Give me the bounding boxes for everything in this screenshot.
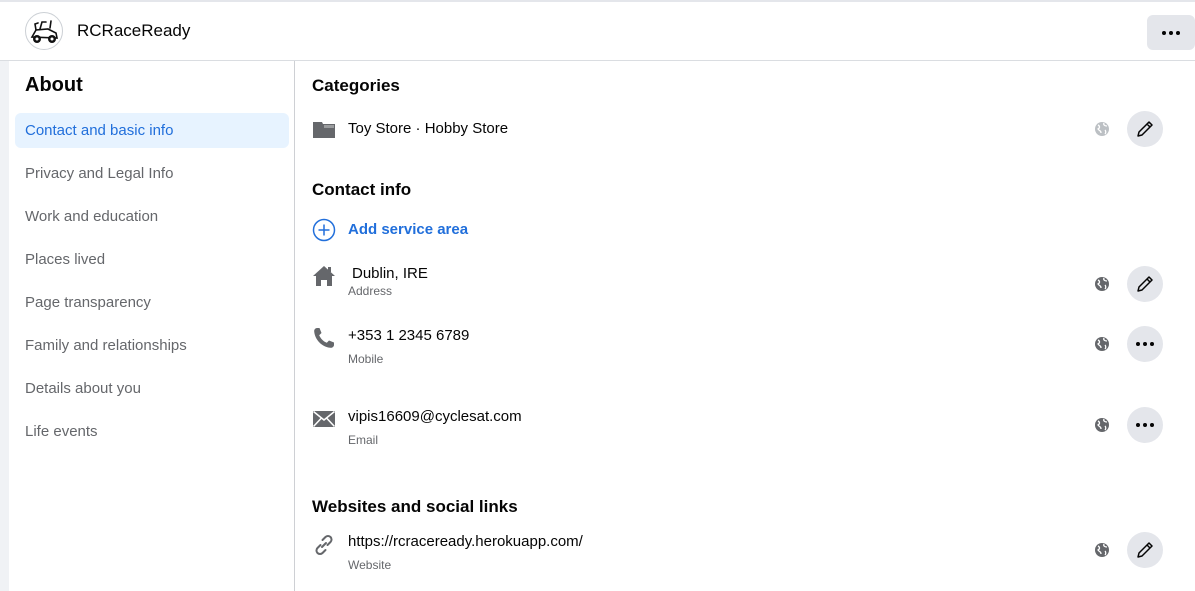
folder-icon (313, 122, 335, 138)
sidebar-item-places-lived[interactable]: Places lived (15, 242, 289, 277)
more-dots-icon (1136, 342, 1154, 346)
mobile-options-button[interactable] (1127, 326, 1163, 362)
about-content: Categories Toy Store · Hobby Store Conta… (296, 61, 1195, 591)
category-value: Toy Store · Hobby Store (348, 120, 509, 137)
email-label: Email (348, 433, 379, 447)
address-value: Dublin, IRE (352, 265, 428, 282)
sidebar-item-privacy-legal[interactable]: Privacy and Legal Info (15, 156, 289, 191)
website-label: Website (348, 558, 392, 572)
more-dots-icon (1136, 423, 1154, 427)
edit-website-button[interactable] (1127, 532, 1163, 568)
add-service-area-link[interactable]: Add service area (348, 221, 468, 238)
envelope-icon (312, 410, 336, 428)
email-value: vipis16609@cyclesat.com (348, 408, 522, 425)
categories-heading: Categories (312, 76, 400, 95)
phone-icon (314, 328, 334, 348)
left-gutter (0, 61, 9, 591)
email-options-button[interactable] (1127, 407, 1163, 443)
pencil-icon (1137, 542, 1153, 558)
pencil-icon (1137, 276, 1153, 292)
sidebar-item-life-events[interactable]: Life events (15, 414, 289, 449)
globe-icon[interactable] (1094, 121, 1110, 137)
globe-icon[interactable] (1094, 276, 1110, 292)
sidebar-item-work-education[interactable]: Work and education (15, 199, 289, 234)
address-label: Address (348, 284, 393, 298)
globe-icon[interactable] (1094, 542, 1110, 558)
edit-category-button[interactable] (1127, 111, 1163, 147)
more-options-button[interactable] (1147, 15, 1195, 50)
sidebar-title: About (25, 74, 83, 96)
mobile-value: +353 1 2345 6789 (348, 327, 470, 344)
edit-address-button[interactable] (1127, 266, 1163, 302)
add-circle-icon[interactable] (312, 218, 336, 242)
about-sidebar: About Contact and basic info Privacy and… (9, 61, 295, 591)
globe-icon[interactable] (1094, 336, 1110, 352)
sidebar-item-family-relationships[interactable]: Family and relationships (15, 328, 289, 363)
sidebar-item-details-about-you[interactable]: Details about you (15, 371, 289, 406)
home-icon (313, 266, 335, 286)
page-header: RCRaceReady (0, 0, 1195, 61)
page-avatar[interactable] (25, 12, 63, 50)
rc-car-logo-icon (30, 20, 58, 43)
sidebar-item-contact-basic-info[interactable]: Contact and basic info (15, 113, 289, 148)
mobile-label: Mobile (348, 352, 384, 366)
websites-heading: Websites and social links (312, 497, 518, 516)
sidebar-item-page-transparency[interactable]: Page transparency (15, 285, 289, 320)
globe-icon[interactable] (1094, 417, 1110, 433)
website-value[interactable]: https://rcraceready.herokuapp.com/ (348, 533, 583, 550)
pencil-icon (1137, 121, 1153, 137)
page-name[interactable]: RCRaceReady (77, 21, 190, 41)
more-dots-icon (1162, 30, 1180, 35)
link-icon (315, 534, 333, 556)
contact-info-heading: Contact info (312, 180, 412, 199)
